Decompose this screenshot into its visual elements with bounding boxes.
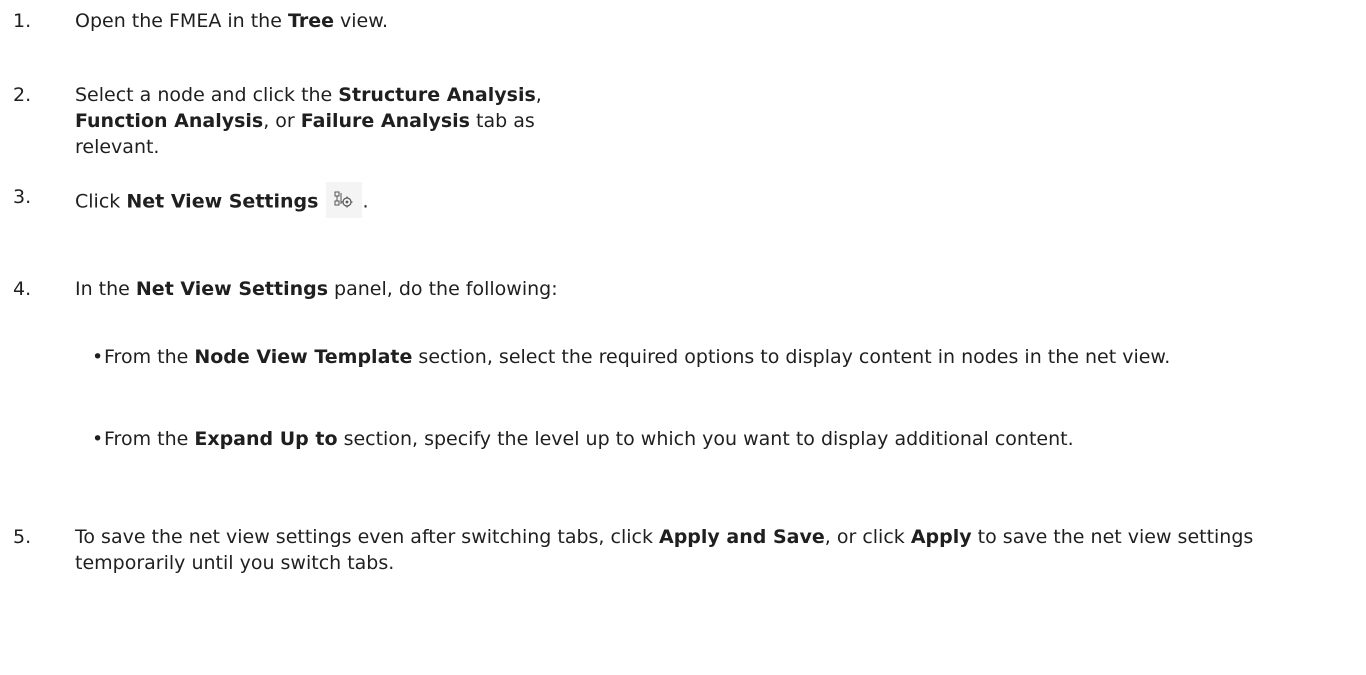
step-number: 3. <box>13 186 32 208</box>
step-text-segment: view. <box>333 10 389 32</box>
step-text-segment: Select a node and click the <box>75 84 339 106</box>
step-number: 5. <box>13 526 32 548</box>
ui-term: Net View Settings <box>135 278 329 300</box>
ui-term: Apply <box>910 526 972 548</box>
bullet-text-segment: section, select the required options to … <box>412 346 1171 368</box>
ui-term: Node View Template <box>194 346 413 368</box>
ui-term: Net View Settings <box>126 190 319 213</box>
bullet-text-segment: section, specify the level up to which y… <box>337 428 1074 450</box>
step-text: Click Net View Settings . <box>75 182 1335 220</box>
ui-term: Expand Up to <box>194 428 338 450</box>
step-text-segment: , <box>535 84 542 106</box>
ui-term: Tree <box>287 10 334 32</box>
step-number: 2. <box>13 84 32 106</box>
bullet-text-segment: From the <box>104 346 195 368</box>
step-text: In the Net View Settings panel, do the f… <box>75 276 1335 302</box>
ui-term: Failure Analysis <box>300 110 470 132</box>
step-text-segment: panel, do the following: <box>328 278 558 300</box>
step-text-segment: Click <box>75 190 127 213</box>
step-number: 4. <box>13 278 32 300</box>
step-text-segment: , or click <box>824 526 911 548</box>
step-text-segment: In the <box>75 278 136 300</box>
step-text: To save the net view settings even after… <box>75 524 1335 576</box>
bullet-text: From the Expand Up to section, specify t… <box>104 426 1234 452</box>
ui-term: Function Analysis <box>75 110 264 132</box>
step-text-segment: Open the FMEA in the <box>75 10 288 32</box>
ui-term: Apply and Save <box>659 526 825 548</box>
step-text-segment: To save the net view settings even after… <box>75 526 659 548</box>
step-number: 1. <box>13 10 32 32</box>
step-text: Open the FMEA in the Tree view. <box>75 8 1335 34</box>
ui-term: Structure Analysis <box>338 84 536 106</box>
bullet-text-segment: From the <box>104 428 195 450</box>
step-text: Select a node and click the Structure An… <box>75 82 615 160</box>
net-view-settings-icon-glyph <box>334 191 353 208</box>
bullet-text: From the Node View Template section, sel… <box>104 344 1244 370</box>
net-view-settings-icon <box>326 182 363 218</box>
step-text-segment: . <box>362 190 369 213</box>
step-text-segment: , or <box>263 110 301 132</box>
bullet-marker: • <box>92 428 104 450</box>
bullet-marker: • <box>92 346 104 368</box>
